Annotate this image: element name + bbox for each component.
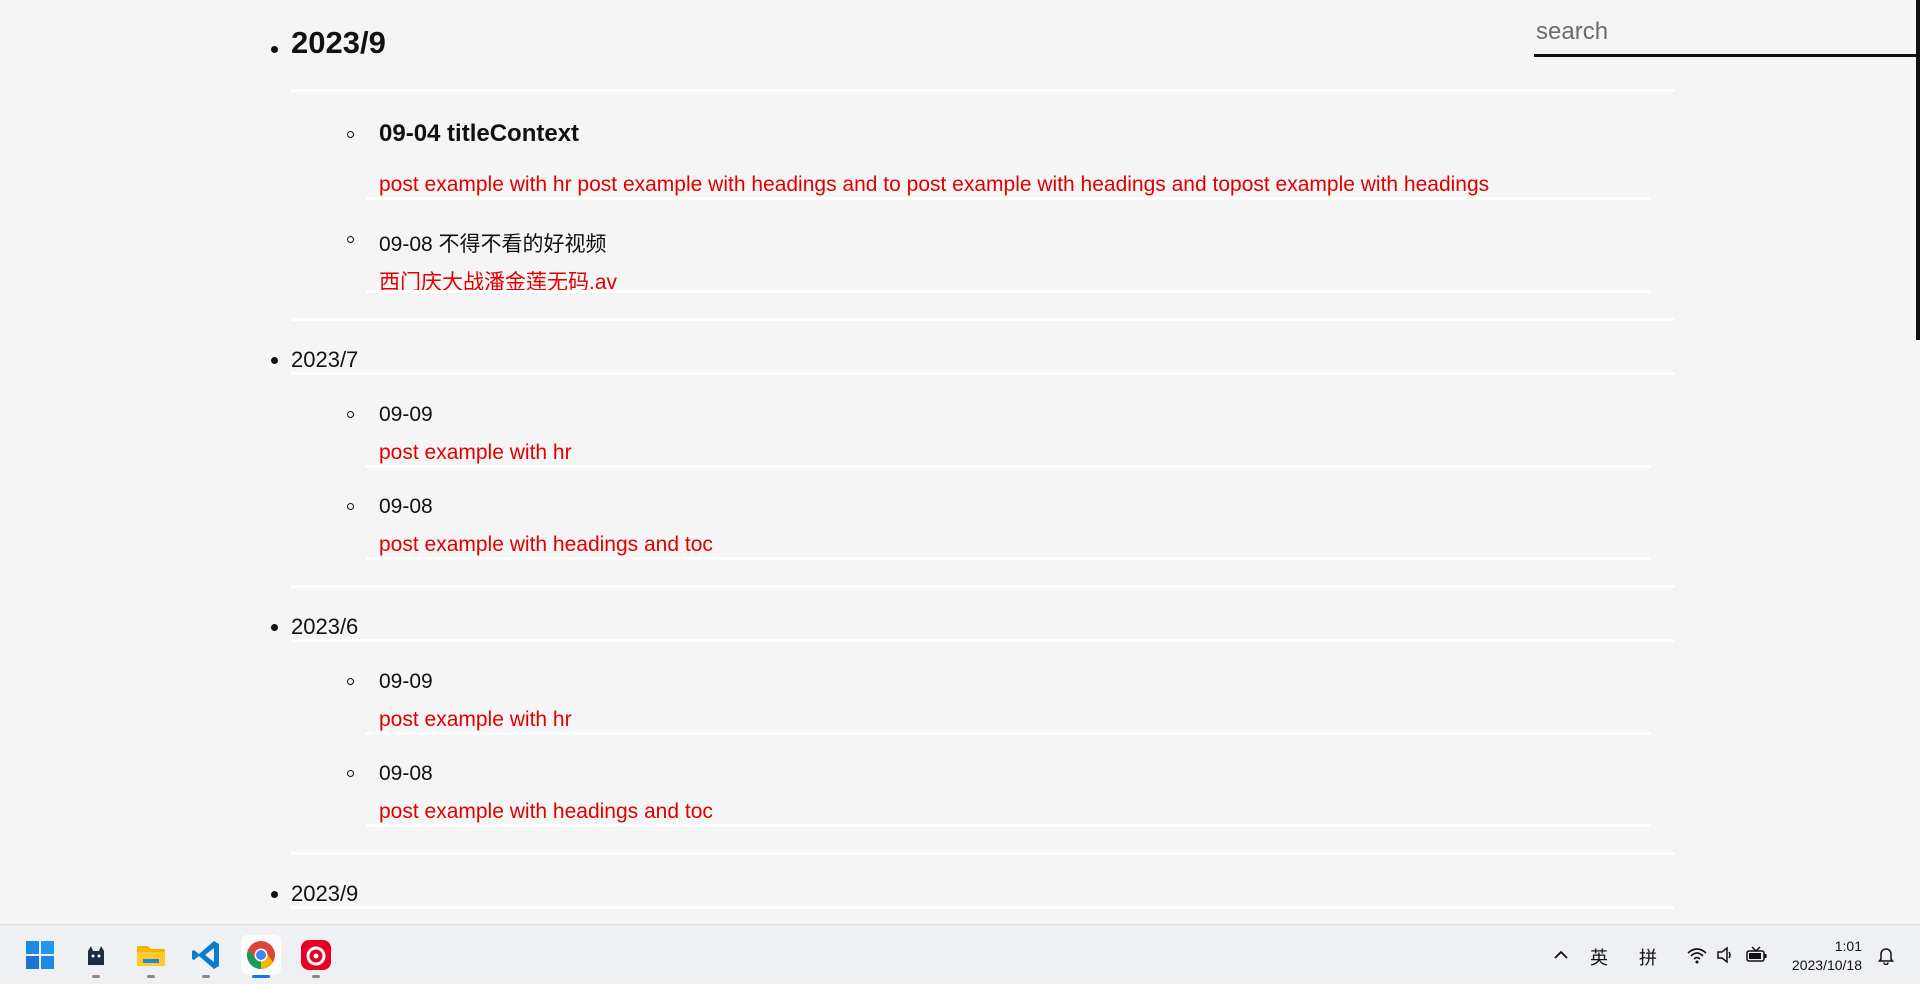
month-divider xyxy=(291,639,1674,642)
post-divider xyxy=(366,290,1651,293)
taskbar-app-file-explorer[interactable] xyxy=(131,935,171,978)
post-bullet xyxy=(347,503,354,510)
month-divider xyxy=(291,906,1674,909)
month-title: 2023/9 xyxy=(291,25,386,60)
vscode-icon xyxy=(192,941,219,969)
post-bullet xyxy=(347,411,354,418)
post-link[interactable]: post example with hr xyxy=(379,708,572,732)
taskbar: 英 拼 1:01 2023/10/18 xyxy=(0,924,1920,984)
running-indicator xyxy=(202,975,210,978)
post-title[interactable]: 09-09 xyxy=(379,670,433,694)
taskbar-app-vscode[interactable] xyxy=(186,935,226,978)
running-indicator xyxy=(92,975,100,978)
search-input[interactable] xyxy=(1534,14,1920,50)
cat-app-icon xyxy=(88,946,104,965)
folder-icon xyxy=(137,946,165,966)
archive-page: 2023/9 09-04 titleContext post example w… xyxy=(0,0,1920,924)
month-title: 2023/6 xyxy=(291,614,359,639)
search-box[interactable] xyxy=(1534,14,1920,57)
battery-icon[interactable] xyxy=(1745,945,1769,970)
month-bullet xyxy=(271,46,278,53)
month-divider xyxy=(291,318,1674,321)
ime-language-indicator[interactable]: 英 xyxy=(1590,944,1608,970)
month-bullet xyxy=(271,891,278,898)
month-divider xyxy=(291,89,1674,92)
taskbar-app-chrome[interactable] xyxy=(241,935,281,978)
running-indicator xyxy=(147,975,155,978)
ime-mode-indicator[interactable]: 拼 xyxy=(1639,944,1657,970)
post-bullet xyxy=(347,131,354,138)
clock-time: 1:01 xyxy=(1834,938,1862,954)
post-link[interactable]: post example with hr xyxy=(379,441,572,465)
active-indicator xyxy=(252,975,270,978)
tray-overflow-chevron-icon[interactable] xyxy=(1552,946,1570,964)
month-bullet xyxy=(271,357,278,364)
month-title: 2023/9 xyxy=(291,881,359,906)
post-link[interactable]: post example with headings and toc xyxy=(379,533,713,557)
month-bullet xyxy=(271,624,278,631)
post-bullet xyxy=(347,236,354,243)
month-divider xyxy=(291,372,1674,375)
post-divider xyxy=(366,465,1651,468)
month-title: 2023/7 xyxy=(291,347,359,372)
clock-date: 2023/10/18 xyxy=(1791,957,1862,973)
scrollbar[interactable] xyxy=(1916,0,1920,340)
chrome-icon xyxy=(247,941,275,969)
month-divider xyxy=(291,852,1674,855)
post-divider xyxy=(366,824,1651,827)
start-button[interactable] xyxy=(20,935,60,975)
post-title[interactable]: 09-09 xyxy=(379,403,433,427)
netease-music-icon xyxy=(301,940,331,970)
system-clock[interactable]: 1:01 2023/10/18 xyxy=(1792,937,1862,975)
post-title[interactable]: 09-08 xyxy=(379,495,433,519)
post-title[interactable]: 09-08 xyxy=(379,762,433,786)
running-indicator xyxy=(312,975,320,978)
post-divider xyxy=(366,732,1651,735)
windows-start-icon xyxy=(26,941,54,969)
taskbar-app-netease-music[interactable] xyxy=(296,935,336,978)
post-divider xyxy=(366,557,1651,560)
network-icon[interactable] xyxy=(1686,945,1708,970)
post-link[interactable]: post example with hr post example with h… xyxy=(379,173,1489,197)
post-bullet xyxy=(347,678,354,685)
month-divider xyxy=(291,585,1674,588)
post-link[interactable]: post example with headings and toc xyxy=(379,800,713,824)
volume-icon[interactable] xyxy=(1715,945,1735,970)
post-bullet xyxy=(347,770,354,777)
post-title[interactable]: 09-08 不得不看的好视频 xyxy=(379,228,607,258)
taskbar-app-cat[interactable] xyxy=(76,935,116,978)
notification-bell-icon[interactable] xyxy=(1876,945,1896,970)
post-divider xyxy=(366,197,1651,200)
post-title[interactable]: 09-04 titleContext xyxy=(379,120,579,148)
